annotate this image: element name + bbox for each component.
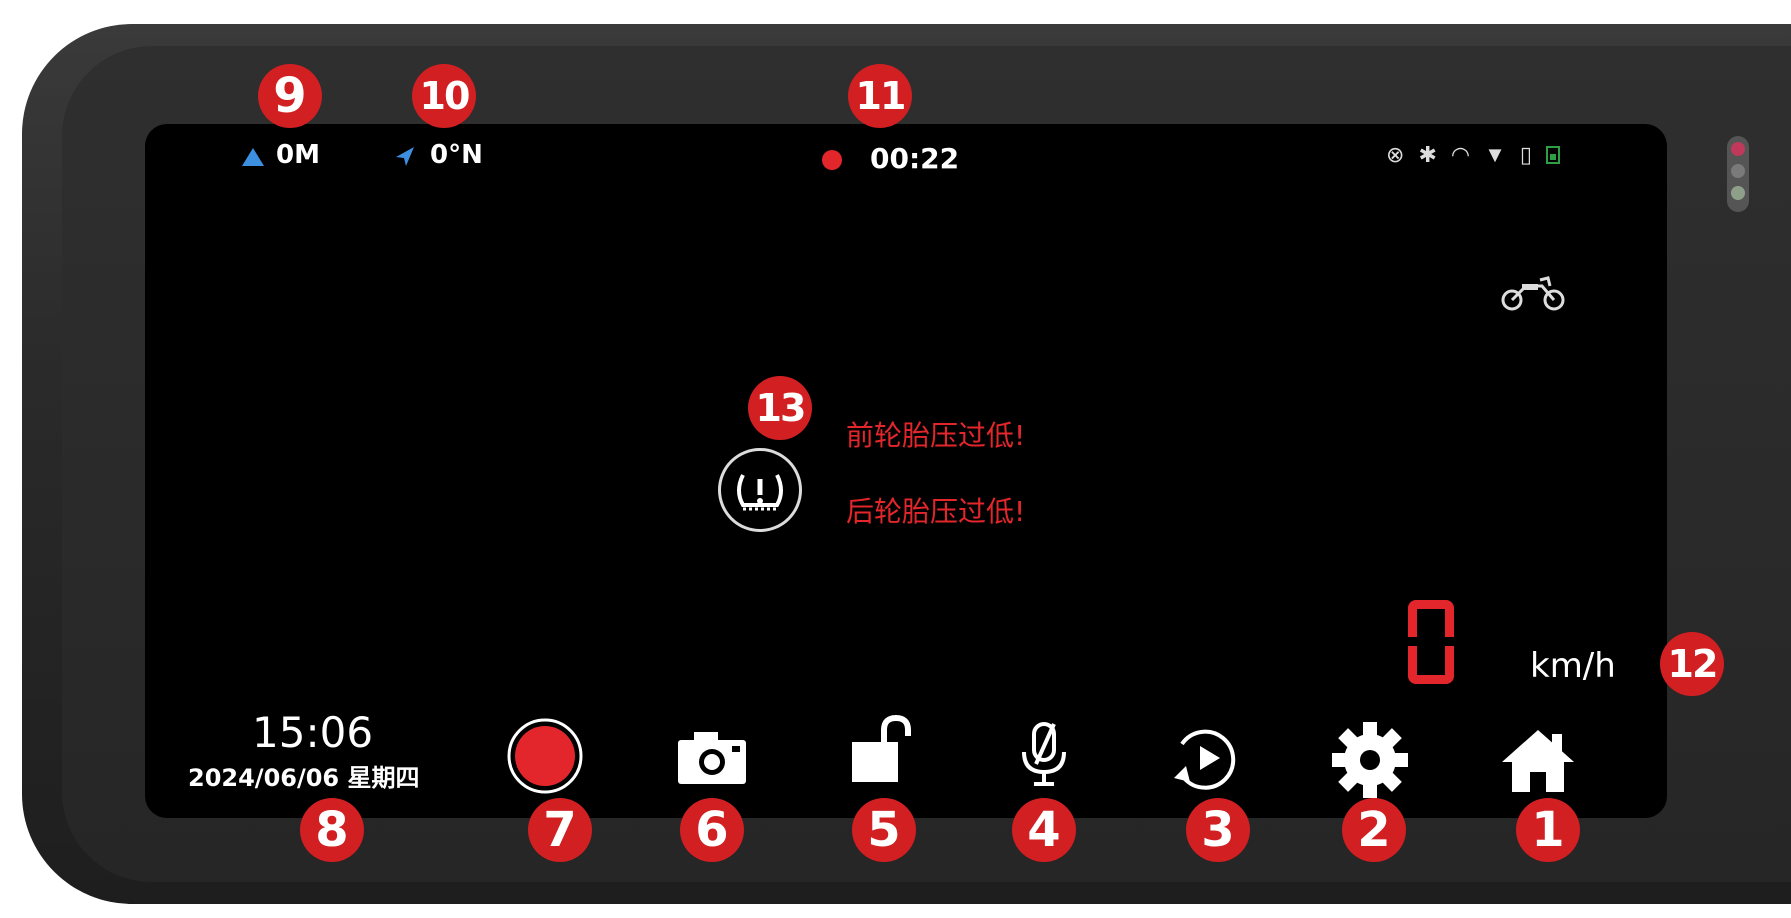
snapshot-button[interactable] [676, 726, 748, 786]
heading-value: 0°N [430, 140, 483, 170]
led-red [1731, 142, 1745, 156]
speed-unit: km/h [1530, 646, 1616, 686]
recording-time: 00:22 [870, 142, 960, 175]
callout-5: 5 [852, 798, 916, 862]
altitude-icon [242, 148, 264, 166]
mic-button[interactable] [1014, 720, 1074, 790]
battery-icon [1545, 146, 1560, 164]
home-button[interactable] [1498, 726, 1578, 796]
callout-9: 9 [258, 64, 322, 128]
satellite-icon: ⊗ [1386, 142, 1405, 167]
callout-6: 6 [680, 798, 744, 862]
callout-10: 10 [412, 64, 476, 128]
callout-8: 8 [300, 798, 364, 862]
callout-3: 3 [1186, 798, 1250, 862]
recording-dot-icon [822, 150, 842, 170]
playback-icon [1174, 729, 1236, 790]
status-icons: ⊗ ✱ ◠ ▼ ▯ [1386, 140, 1560, 170]
altitude-value: 0M [276, 140, 320, 170]
callout-2: 2 [1342, 798, 1406, 862]
record-icon [507, 718, 583, 794]
callout-7: 7 [528, 798, 592, 862]
callout-11: 11 [848, 64, 912, 128]
callout-1: 1 [1516, 798, 1580, 862]
compass-arrow-icon [396, 147, 414, 166]
home-icon [1502, 730, 1574, 792]
speed-value [1408, 600, 1454, 684]
playback-button[interactable] [1168, 720, 1244, 796]
motorcycle-icon [1501, 276, 1565, 311]
led-green [1731, 186, 1745, 200]
sd-card-icon: ▯ [1519, 142, 1532, 167]
unlock-icon [852, 714, 911, 782]
bluetooth-icon: ✱ [1418, 142, 1437, 167]
callout-12: 12 [1660, 632, 1724, 696]
settings-button[interactable] [1330, 720, 1410, 800]
front-tire-warning: 前轮胎压过低! [846, 419, 1026, 452]
callout-4: 4 [1012, 798, 1076, 862]
wifi-icon: ◠ [1450, 142, 1471, 167]
record-button[interactable] [505, 716, 585, 796]
clock-date: 2024/06/06 星期四 [188, 764, 420, 792]
lock-button[interactable] [848, 712, 920, 786]
camera-icon [678, 732, 746, 784]
rear-tire-warning: 后轮胎压过低! [846, 495, 1026, 528]
clock-time: 15:06 [252, 708, 374, 757]
mic-muted-icon [1022, 722, 1066, 786]
gear-icon [1332, 722, 1408, 798]
status-led [1727, 136, 1749, 212]
tpms-sensor-icon: ▼ [1484, 142, 1506, 167]
tpms-warning-icon [718, 448, 802, 532]
led-grey [1731, 164, 1745, 178]
callout-13: 13 [748, 376, 812, 440]
